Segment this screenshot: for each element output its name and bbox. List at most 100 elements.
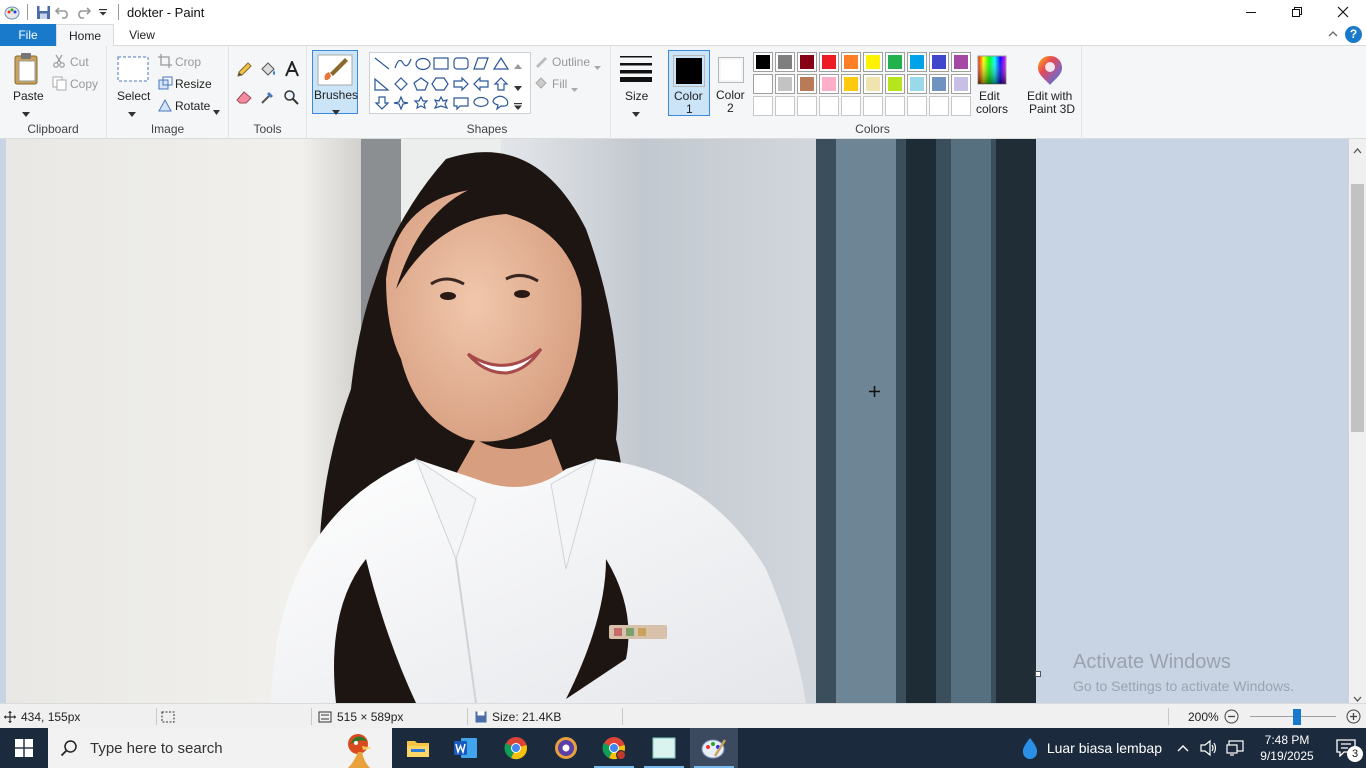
outline-dropdown-icon[interactable] [594, 59, 601, 73]
size-label[interactable]: Size [625, 89, 648, 103]
paste-dropdown-icon[interactable] [22, 106, 30, 120]
size-dropdown-icon[interactable] [632, 106, 640, 120]
custom-color-slot[interactable] [885, 96, 905, 116]
palette-swatch[interactable] [819, 52, 839, 72]
file-explorer-taskbar-icon[interactable] [394, 728, 442, 768]
palette-swatch[interactable] [841, 52, 861, 72]
color1-button[interactable]: Color 1 [668, 50, 710, 116]
palette-swatch[interactable] [907, 52, 927, 72]
cut-icon[interactable] [52, 54, 66, 71]
resize-label[interactable]: Resize [175, 77, 212, 91]
palette-swatch[interactable] [907, 74, 927, 94]
vertical-scrollbar[interactable] [1349, 139, 1366, 703]
weather-widget[interactable]: Luar biasa lembap [1013, 728, 1170, 768]
network-icon[interactable] [1222, 740, 1248, 756]
paint-app-icon[interactable] [2, 1, 22, 23]
scrollbar-thumb[interactable] [1351, 184, 1364, 432]
select-label[interactable]: Select [117, 89, 150, 103]
color2-button[interactable]: Color 2 [712, 50, 752, 116]
chrome-taskbar-icon[interactable] [492, 728, 540, 768]
palette-swatch[interactable] [819, 74, 839, 94]
palette-swatch[interactable] [775, 52, 795, 72]
palette-swatch[interactable] [951, 52, 971, 72]
paste-label[interactable]: Paste [13, 89, 44, 103]
copy-label[interactable]: Copy [70, 77, 98, 91]
custom-color-slot[interactable] [907, 96, 927, 116]
tab-file[interactable]: File [0, 24, 56, 46]
help-icon[interactable]: ? [1345, 26, 1362, 43]
custom-color-slot[interactable] [951, 96, 971, 116]
outline-label[interactable]: Outline [552, 55, 590, 69]
tab-view[interactable]: View [114, 24, 170, 46]
select-icon[interactable] [117, 56, 149, 85]
palette-swatch[interactable] [929, 52, 949, 72]
action-center-button[interactable]: 3 [1326, 728, 1366, 768]
brushes-button[interactable]: Brushes [312, 50, 358, 115]
shapes-scroll-up-icon[interactable] [514, 58, 522, 72]
fill-bucket-icon[interactable] [259, 61, 277, 81]
eraser-icon[interactable] [236, 90, 253, 107]
shapes-gallery[interactable] [369, 52, 531, 114]
select-dropdown-icon[interactable] [128, 106, 136, 120]
edit-colors-label-2[interactable]: colors [976, 102, 1008, 116]
palette-swatch[interactable] [863, 52, 883, 72]
rotate-icon[interactable] [158, 98, 173, 115]
palette-swatch[interactable] [929, 74, 949, 94]
palette-swatch[interactable] [753, 52, 773, 72]
palette-swatch[interactable] [885, 74, 905, 94]
size-icon[interactable] [620, 56, 652, 85]
custom-color-slot[interactable] [841, 96, 861, 116]
palette-swatch[interactable] [951, 74, 971, 94]
palette-swatch[interactable] [797, 52, 817, 72]
pencil-icon[interactable] [236, 62, 252, 81]
palette-swatch[interactable] [841, 74, 861, 94]
chrome-profile-taskbar-icon[interactable] [590, 728, 638, 768]
taskbar-search-box[interactable]: Type here to search [48, 728, 392, 768]
scroll-down-icon[interactable] [1353, 691, 1362, 703]
palette-swatch[interactable] [753, 74, 773, 94]
cut-label[interactable]: Cut [70, 55, 89, 69]
image-viewer-taskbar-icon[interactable] [640, 728, 688, 768]
custom-color-slot[interactable] [797, 96, 817, 116]
browser-taskbar-icon[interactable] [542, 728, 590, 768]
edit-colors-label-1[interactable]: Edit [979, 89, 1000, 103]
resize-icon[interactable] [158, 76, 173, 93]
canvas-resize-handle[interactable] [1035, 667, 1042, 681]
custom-color-slot[interactable] [929, 96, 949, 116]
fill-label[interactable]: Fill [552, 77, 567, 91]
collapse-ribbon-icon[interactable] [1326, 27, 1340, 41]
paint-taskbar-icon[interactable] [690, 728, 738, 768]
customize-quick-access-icon[interactable] [93, 1, 113, 23]
fill-dropdown-icon[interactable] [571, 81, 578, 95]
magnifier-icon[interactable] [283, 89, 299, 108]
clock[interactable]: 7:48 PM 9/19/2025 [1248, 732, 1326, 764]
crop-label[interactable]: Crop [175, 55, 201, 69]
color-picker-icon[interactable] [260, 89, 276, 108]
undo-icon[interactable] [53, 1, 73, 23]
copy-icon[interactable] [52, 76, 67, 94]
restore-button[interactable] [1274, 0, 1320, 24]
paint3d-label-1[interactable]: Edit with [1027, 89, 1072, 103]
paste-icon[interactable] [12, 52, 42, 89]
outline-icon[interactable] [534, 54, 548, 71]
custom-color-slot[interactable] [863, 96, 883, 116]
zoom-in-icon[interactable] [1346, 704, 1361, 729]
text-icon[interactable] [284, 59, 300, 80]
word-taskbar-icon[interactable] [442, 728, 490, 768]
volume-icon[interactable] [1196, 740, 1222, 756]
scroll-up-icon[interactable] [1353, 143, 1362, 157]
palette-swatch[interactable] [863, 74, 883, 94]
rotate-dropdown-icon[interactable] [213, 104, 220, 118]
paint3d-icon[interactable] [1035, 54, 1065, 89]
shapes-scroll-down-icon[interactable] [514, 80, 522, 94]
custom-color-slot[interactable] [775, 96, 795, 116]
minimize-button[interactable] [1228, 0, 1274, 24]
palette-swatch[interactable] [885, 52, 905, 72]
custom-color-slot[interactable] [753, 96, 773, 116]
crop-icon[interactable] [158, 54, 172, 71]
zoom-out-icon[interactable] [1224, 704, 1239, 729]
custom-color-slot[interactable] [819, 96, 839, 116]
show-hidden-icons-icon[interactable] [1170, 744, 1196, 752]
zoom-slider-thumb[interactable] [1293, 709, 1301, 725]
tab-home[interactable]: Home [56, 24, 114, 47]
